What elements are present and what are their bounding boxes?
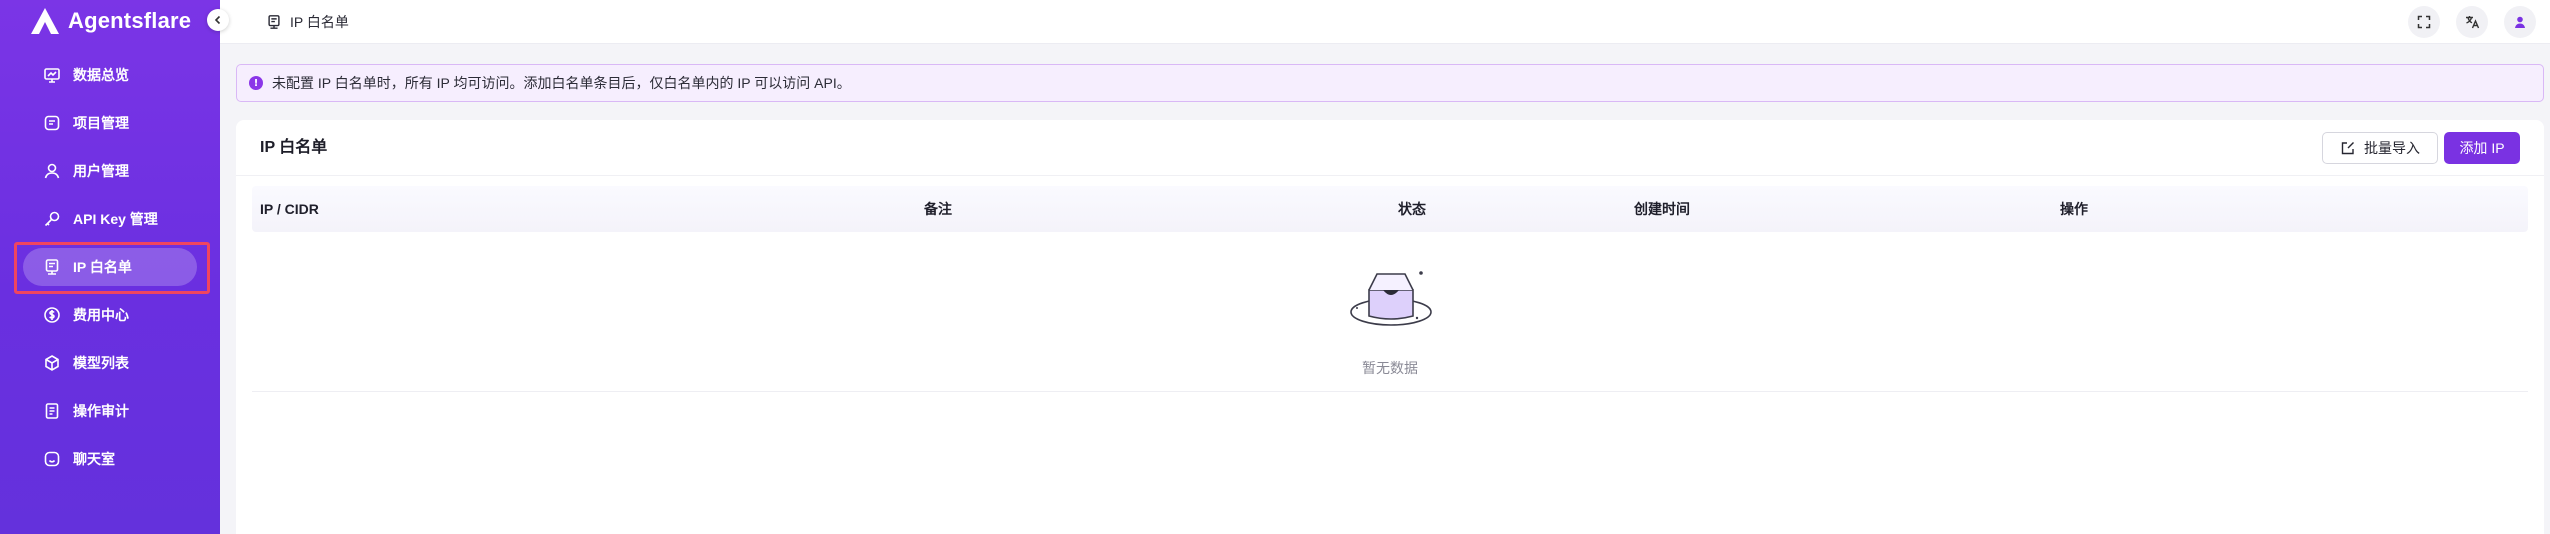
chevron-left-icon: [214, 15, 221, 25]
language-button[interactable]: [2456, 6, 2488, 38]
dollar-icon: [44, 307, 60, 323]
project-icon: [44, 115, 60, 131]
key-icon: [44, 211, 60, 227]
alert-text: 未配置 IP 白名单时，所有 IP 均可访问。添加白名单条目后，仅白名单内的 I…: [272, 75, 851, 91]
sidebar-item-label: 聊天室: [73, 451, 115, 467]
sidebar-item-dashboard[interactable]: 数据总览: [23, 56, 197, 94]
brand-name: Agentsflare: [68, 8, 192, 33]
sidebar-item-label: API Key 管理: [73, 211, 158, 227]
sidebar-item-label: 数据总览: [73, 67, 129, 83]
brand[interactable]: Agentsflare: [30, 6, 191, 36]
user-avatar-button[interactable]: [2504, 6, 2536, 38]
chat-icon: [44, 451, 60, 467]
sidebar-item-projects[interactable]: 项目管理: [23, 104, 197, 142]
sidebar-item-label: 费用中心: [73, 307, 129, 323]
card-title: IP 白名单: [260, 139, 328, 156]
batch-import-button[interactable]: 批量导入: [2322, 132, 2438, 164]
audit-icon: [45, 403, 59, 419]
sidebar-item-models[interactable]: 模型列表: [23, 344, 197, 382]
sidebar-item-label: IP 白名单: [73, 259, 132, 275]
translate-icon: [2466, 16, 2480, 29]
ip-whitelist-card: IP 白名单 批量导入 添加 IP IP / CIDR 备注 状态 创建时间 操…: [236, 120, 2544, 534]
edit-icon: [2341, 142, 2354, 155]
sidebar-item-chat[interactable]: 聊天室: [23, 440, 197, 478]
column-header-ip: IP / CIDR: [260, 201, 319, 217]
column-header-status: 状态: [1398, 201, 1426, 217]
sidebar-item-audit[interactable]: 操作审计: [23, 392, 197, 430]
sidebar-item-label: 项目管理: [73, 115, 129, 131]
server-icon: [45, 259, 59, 275]
empty-text: 暂无数据: [1362, 360, 1418, 376]
agentsflare-logo-icon: [31, 8, 59, 34]
sidebar-item-label: 模型列表: [73, 355, 129, 371]
user-icon: [44, 163, 60, 179]
sidebar-item-label: 用户管理: [73, 163, 129, 179]
column-header-actions: 操作: [2060, 201, 2088, 217]
sidebar-item-label: 操作审计: [73, 403, 129, 419]
sidebar-item-api-keys[interactable]: API Key 管理: [23, 200, 197, 238]
sidebar: Agentsflare 数据总览 项目管理 用户管理 API Key 管理 IP…: [0, 0, 220, 534]
batch-import-label: 批量导入: [2364, 140, 2420, 156]
whitelist-table: IP / CIDR 备注 状态 创建时间 操作 暂无数据: [252, 186, 2528, 392]
column-header-created: 创建时间: [1634, 201, 1690, 217]
topbar: IP 白名单: [220, 0, 2550, 44]
sidebar-item-ip-whitelist[interactable]: IP 白名单: [23, 248, 197, 286]
card-header: IP 白名单 批量导入 添加 IP: [236, 120, 2544, 176]
server-icon: [268, 15, 280, 29]
topbar-actions: [2408, 6, 2536, 38]
info-icon: !: [249, 76, 263, 90]
fullscreen-button[interactable]: [2408, 6, 2440, 38]
sidebar-item-users[interactable]: 用户管理: [23, 152, 197, 190]
info-alert: ! 未配置 IP 白名单时，所有 IP 均可访问。添加白名单条目后，仅白名单内的…: [236, 64, 2544, 102]
sidebar-item-billing[interactable]: 费用中心: [23, 296, 197, 334]
empty-box-icon: [1350, 271, 1432, 326]
fullscreen-icon: [2417, 15, 2431, 29]
sidebar-collapse-button[interactable]: [207, 9, 229, 31]
breadcrumb-label: IP 白名单: [290, 14, 349, 30]
add-ip-label: 添加 IP: [2459, 140, 2505, 156]
empty-state: 暂无数据: [252, 232, 2528, 392]
model-icon: [45, 355, 59, 371]
table-header: IP / CIDR 备注 状态 创建时间 操作: [252, 186, 2528, 232]
avatar-icon: [2515, 16, 2525, 28]
column-header-note: 备注: [924, 201, 952, 217]
breadcrumb: IP 白名单: [266, 0, 349, 44]
dashboard-icon: [44, 68, 60, 83]
add-ip-button[interactable]: 添加 IP: [2444, 132, 2520, 164]
